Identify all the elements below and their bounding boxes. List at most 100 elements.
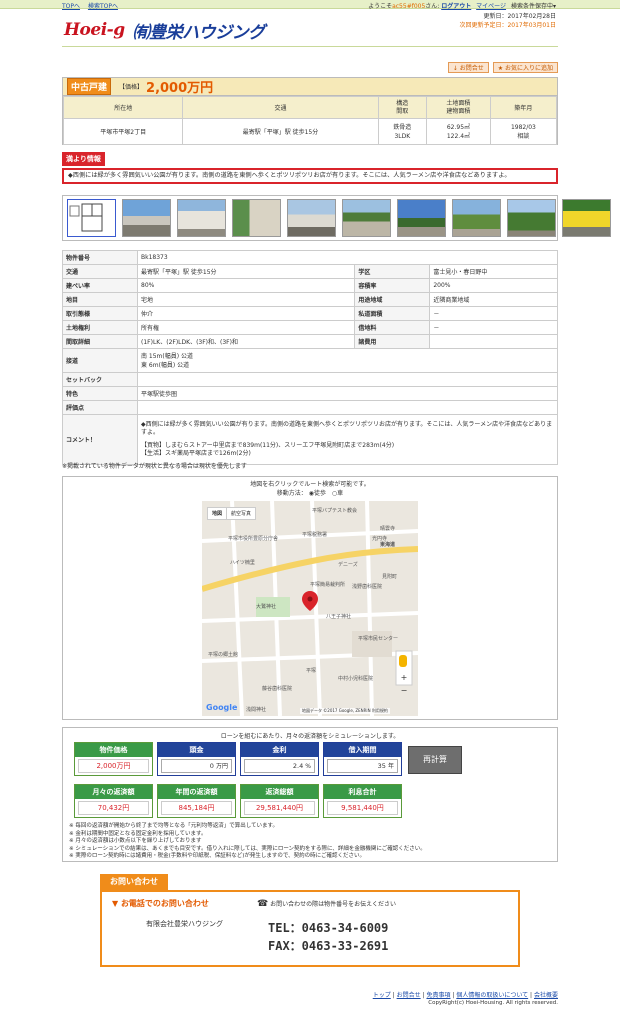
logout-link[interactable]: ログアウト: [441, 3, 471, 10]
monthly-value: 70,432円: [78, 801, 149, 815]
company-name: 有限会社豊栄ハウジング: [146, 920, 223, 928]
travel-mode: 移動方法： ◉徒歩 ○車: [63, 489, 557, 498]
detail-value: 近隣商業地域: [429, 292, 558, 307]
thumbnail-photo[interactable]: [177, 199, 226, 237]
detail-label: 借地料: [354, 320, 431, 335]
map-hint: 地図を右クリックでルート検索が可能です。 移動方法： ◉徒歩 ○車: [63, 480, 557, 498]
map-type-toggle[interactable]: 地図 航空写真: [207, 507, 257, 520]
detail-value: 所有権: [136, 320, 356, 335]
thumbnail-photo[interactable]: [287, 199, 336, 237]
recommend-heading: 満より情報: [62, 152, 105, 166]
thumbnail-photo[interactable]: [397, 199, 446, 237]
loan-note: ※ 毎回の返済額が開始から終了まで均等となる「元利均等返済」で算出しています。: [69, 823, 278, 829]
footer-link-disclaimer[interactable]: 免責事項: [426, 992, 450, 999]
favorite-button[interactable]: ★ お気に入りに追加: [492, 62, 558, 73]
interest-label: 利息合計: [324, 785, 401, 799]
map-type-map[interactable]: 地図: [208, 508, 226, 519]
walk-label: 徒歩: [313, 490, 326, 497]
recalculate-button[interactable]: 再計算: [408, 746, 462, 774]
next-update-date: 次回更新予定日：2017年03月01日: [459, 22, 556, 29]
detail-label: 評価点: [62, 400, 138, 415]
contact-tab: お問い合わせ: [100, 874, 168, 890]
tel-number[interactable]: TEL：0463-34-6009: [268, 919, 388, 937]
detail-value: 200%: [429, 278, 558, 293]
detail-value: 南 15m(幅員) 公道東 6m(幅員) 公道: [137, 348, 558, 373]
summary-header: 築年月: [489, 96, 558, 119]
map-label: 平塚: [306, 668, 317, 674]
greeting: ようこそ: [368, 3, 393, 10]
top-link[interactable]: TOPへ: [62, 3, 80, 10]
footer-link-inquiry[interactable]: お問合せ: [397, 992, 421, 999]
thumbnail-floorplan[interactable]: [67, 199, 116, 237]
user-bar: ようこそac55#f005さん: ログアウト マイページ 検索条件保存中▾: [368, 1, 556, 10]
summary-section: 中古戸建 【価格】 2,000万円 所在地 交通 構造 間取 土地面積 建物面積…: [62, 77, 558, 145]
summary-cell: 平塚市平塚2丁目: [62, 118, 184, 145]
summary-header: 交通: [182, 96, 379, 119]
summary-cell: 1982/03 相談: [489, 118, 558, 145]
chevron-down-icon[interactable]: ▾: [553, 3, 556, 10]
detail-value: －: [429, 306, 558, 321]
total-panel: 返済総額 29,581,440円: [240, 784, 319, 818]
logo-company: ㈲豊栄ハウジング: [132, 22, 266, 43]
thumbnail-photo[interactable]: [452, 199, 501, 237]
rate-input[interactable]: 2.4 %: [244, 759, 315, 773]
annual-value: 845,184円: [161, 801, 232, 815]
zoom-out-button[interactable]: −: [398, 687, 410, 697]
thumbnail-photo[interactable]: [342, 199, 391, 237]
thumbnail-photo[interactable]: [507, 199, 556, 237]
map-label: 藤谷歯科医院: [262, 686, 293, 692]
price-value: 2,000万円: [146, 81, 214, 96]
detail-label: 間取詳細: [62, 334, 138, 349]
footer-link-privacy[interactable]: 個人情報の取扱いについて: [456, 992, 528, 999]
map-label: 平塚市民センター: [358, 636, 399, 642]
thumbnail-photo[interactable]: [122, 199, 171, 237]
inquiry-button[interactable]: ↓ お問合せ: [447, 62, 489, 73]
footer-link-company[interactable]: 会社概要: [534, 992, 558, 999]
detail-label: 交通: [62, 264, 138, 279]
loan-note: ※ 月々の返済額は小数点以下を繰り上げしております: [69, 838, 202, 844]
summary-table: 所在地 交通 構造 間取 土地面積 建物面積 築年月 平塚市平塚2丁目 最寄駅「…: [62, 96, 558, 145]
thumbnail-photo[interactable]: [232, 199, 281, 237]
search-top-link[interactable]: 検索TOPへ: [88, 3, 118, 10]
phone-numbers: TEL：0463-34-6009 FAX：0463-33-2691: [268, 919, 388, 955]
map-label: 平塚市役所豊原分庁舎: [228, 536, 279, 542]
zoom-in-button[interactable]: +: [398, 673, 410, 683]
road-line: 南 15m(幅員) 公道: [141, 352, 193, 360]
detail-value: Bk18373: [137, 250, 558, 265]
map-credit[interactable]: 地図データ ©2017 Google, ZENRIN 利用規約: [300, 708, 390, 714]
map-hint-text: 地図を右クリックでルート検索が可能です。: [250, 481, 370, 488]
detail-value: [137, 372, 558, 387]
map-label: ハイツ楠里: [230, 560, 255, 566]
recommend-box: ◆西側には緑が多く雰囲気いい公園が有ります。南側の道路を東側へ歩くとポツリポツリ…: [62, 168, 558, 184]
detail-label: コメント！: [62, 414, 138, 465]
pegman-icon[interactable]: [399, 655, 407, 667]
down-payment-input[interactable]: 0 万円: [161, 759, 232, 773]
contact-body: ▼ お電話でのお問い合わせ ☎ お問い合わせの際は物件番号をお伝えください 有限…: [100, 890, 520, 967]
interest-panel: 利息合計 9,581,440円: [323, 784, 402, 818]
saved-search[interactable]: 検索条件保存中: [511, 3, 553, 10]
photo-thumbnails: [62, 195, 611, 241]
map-label: 東海道: [380, 542, 396, 548]
detail-value: 仲介: [136, 306, 356, 321]
detail-label: セットバック: [62, 372, 138, 387]
thumbnail-photo[interactable]: [562, 199, 611, 237]
term-input[interactable]: 35 年: [327, 759, 398, 773]
map-label: 平塚簡易裁判所: [310, 582, 346, 588]
mypage-link[interactable]: マイページ: [476, 3, 506, 10]
contact-note-text: お問い合わせの際は物件番号をお伝えください: [270, 901, 396, 908]
map-label: 中村小児科医院: [338, 676, 374, 682]
interest-value: 9,581,440円: [327, 801, 398, 815]
copyright: CopyRight(c) Hoei-Housing. All rights re…: [428, 1000, 558, 1006]
price-label: 【価格】: [119, 84, 144, 91]
detail-label: 土地権利: [62, 320, 138, 335]
google-map[interactable]: 地図 航空写真 平塚バプテスト教会 晴雲寺 平塚市役所豊原分庁舎 光円寺 ハイツ…: [202, 501, 418, 716]
down-payment-label: 頭金: [158, 743, 235, 757]
site-logo[interactable]: Hoei-g ㈲豊栄ハウジング: [64, 13, 265, 47]
map-type-satellite[interactable]: 航空写真: [226, 508, 255, 519]
car-label: 車: [337, 490, 344, 497]
logo-mark: Hoei-g: [64, 20, 125, 40]
footer-link-top[interactable]: トップ: [373, 992, 391, 999]
detail-label: 学区: [354, 264, 431, 279]
detail-label: 地目: [62, 292, 138, 307]
map-label: 平塚税務署: [302, 532, 328, 538]
